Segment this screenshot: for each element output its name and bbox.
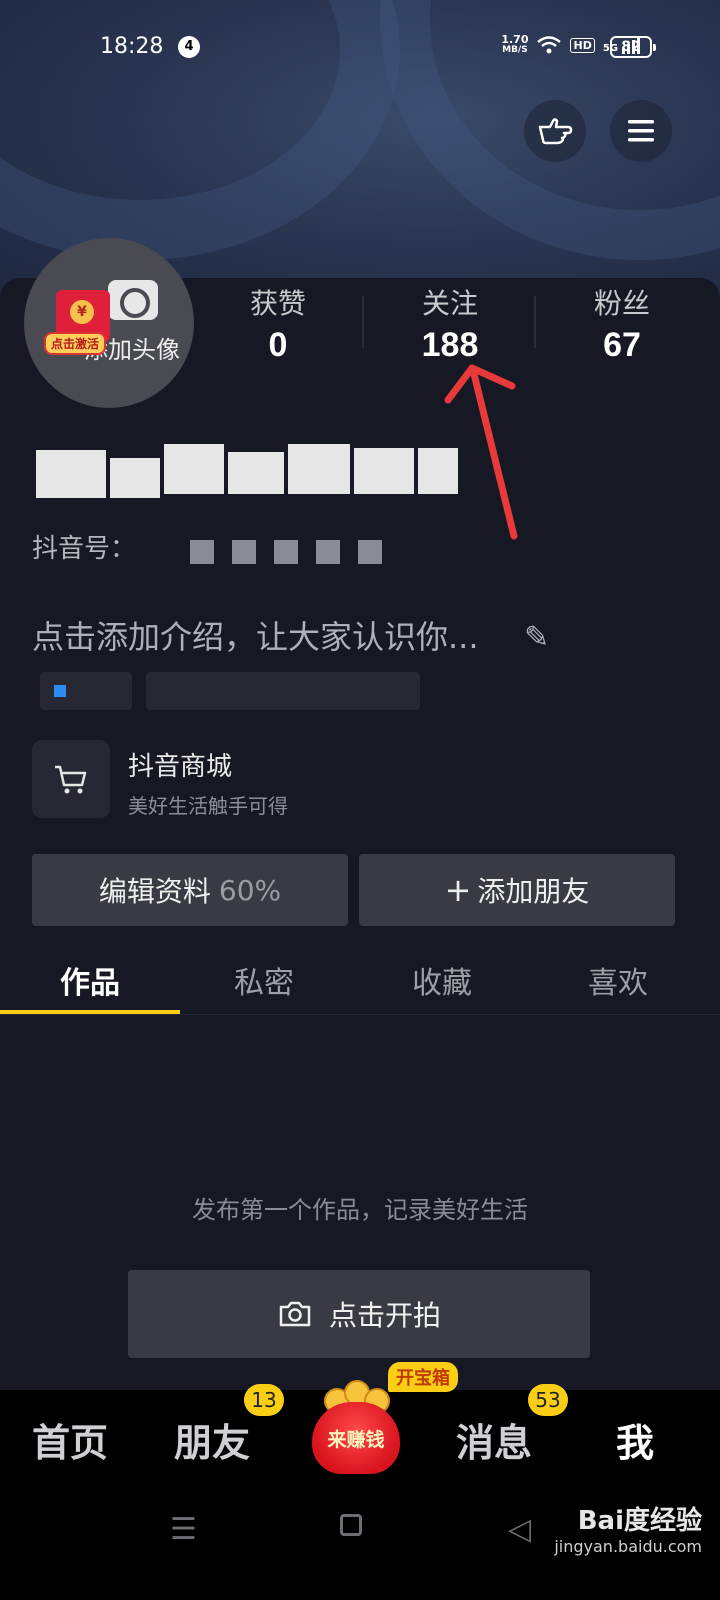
activate-badge[interactable]: 点击激活 (44, 332, 107, 355)
add-friend-button[interactable]: + 添加朋友 (359, 854, 675, 926)
mall-title: 抖音商城 (128, 752, 233, 782)
stat-divider (534, 296, 536, 348)
status-time: 18:28 (100, 34, 164, 59)
stat-followers[interactable]: 粉丝 67 (542, 282, 702, 365)
stat-following[interactable]: 关注 188 (370, 282, 530, 365)
profile-completion: 60% (218, 873, 282, 907)
stat-value: 67 (603, 326, 641, 364)
douyin-id-redacted (190, 540, 382, 564)
stat-divider (362, 296, 364, 348)
stat-likes[interactable]: 获赞 0 (198, 282, 358, 365)
battery-icon: 82 (610, 36, 656, 58)
watermark-url: jingyan.baidu.com (554, 1537, 702, 1556)
watermark-brand: Bai度经验 (577, 1506, 702, 1536)
content-tabs: 作品 私密 收藏 喜欢 (0, 950, 720, 1016)
wifi-icon (537, 36, 562, 54)
money-bag-icon: 来赚钱 (312, 1402, 400, 1474)
friends-badge: 13 (244, 1384, 284, 1416)
tab-works[interactable]: 作品 (0, 958, 180, 1002)
pencil-icon[interactable]: ✎ (524, 620, 549, 655)
bottom-nav: 首页 朋友 13 来赚钱 开宝箱 消息 53 我 (0, 1362, 720, 1482)
back-icon[interactable]: ◁ (508, 1512, 531, 1547)
status-bar: 18:28 4 1.70 MB/S HD 5G 82 (0, 28, 720, 68)
stat-label: 粉丝 (593, 287, 650, 320)
empty-state-text: 发布第一个作品，记录美好生活 (192, 1196, 528, 1224)
mall-subtitle: 美好生活触手可得 (128, 794, 288, 818)
notification-count: 4 (178, 36, 200, 58)
nickname-redacted (36, 444, 458, 498)
net-speed-value: 1.70 (501, 33, 529, 46)
pointing-hand-icon (538, 118, 573, 145)
intro-placeholder[interactable]: 点击添加介绍，让大家认识你... (32, 612, 479, 658)
nav-home[interactable]: 首页 (32, 1412, 108, 1467)
start-shooting-label: 点击开拍 (328, 1299, 441, 1332)
home-icon[interactable] (340, 1514, 362, 1536)
treasure-chest-badge[interactable]: 开宝箱 (388, 1362, 458, 1392)
menu-button[interactable] (610, 100, 672, 162)
shopping-cart-icon (32, 740, 110, 818)
hamburger-icon (628, 120, 654, 142)
start-shooting-button[interactable]: 点击开拍 (128, 1270, 590, 1358)
add-friend-label: 添加朋友 (477, 875, 590, 908)
net-speed-unit: MB/S (502, 45, 528, 55)
plus-icon: + (444, 871, 472, 909)
avatar[interactable]: 添加头像 点击激活 (24, 238, 194, 408)
douyin-mall-entry[interactable]: 抖音商城 美好生活触手可得 (32, 740, 492, 820)
edit-profile-label: 编辑资料 (98, 875, 211, 908)
visitor-button[interactable] (524, 100, 586, 162)
camera-icon (279, 1301, 311, 1327)
messages-badge: 53 (528, 1384, 568, 1416)
stat-value: 0 (268, 326, 288, 364)
stat-label: 关注 (421, 287, 478, 320)
nav-me[interactable]: 我 (616, 1412, 654, 1467)
net-speed: 1.70 MB/S (501, 34, 528, 56)
profile-tag[interactable] (40, 672, 132, 710)
stat-label: 获赞 (249, 287, 306, 320)
nav-messages[interactable]: 消息 (456, 1412, 532, 1467)
tab-private[interactable]: 私密 (174, 958, 354, 1002)
recent-apps-icon[interactable]: ☰ (170, 1512, 197, 1547)
tabs-divider (0, 1014, 720, 1015)
camera-icon (108, 280, 158, 320)
edit-profile-button[interactable]: 编辑资料 60% (32, 854, 348, 926)
nav-friends[interactable]: 朋友 (174, 1412, 250, 1467)
earn-money-label: 来赚钱 (327, 1428, 385, 1451)
tab-favorites[interactable]: 收藏 (352, 958, 532, 1002)
hd-icon: HD (570, 37, 595, 53)
profile-tag[interactable] (146, 672, 420, 710)
watermark: Bai度经验 jingyan.baidu.com (554, 1500, 702, 1556)
system-nav-bar: ☰ ◁ Bai度经验 jingyan.baidu.com (0, 1482, 720, 1600)
tab-likes[interactable]: 喜欢 (528, 958, 708, 1002)
douyin-id-label: 抖音号： (32, 534, 137, 564)
